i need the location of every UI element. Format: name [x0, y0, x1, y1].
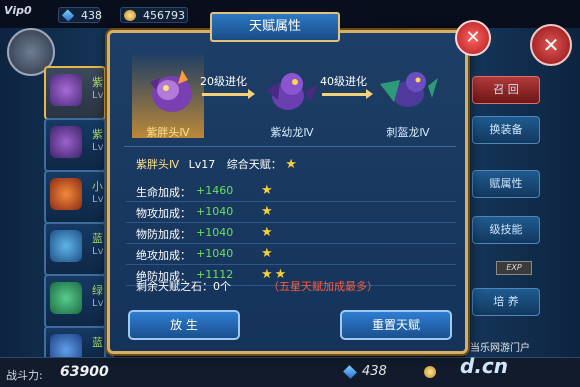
pet-card-name: 蓝 [92, 336, 103, 349]
pet-portrait [50, 230, 82, 262]
talent-hint: （五星天赋加成最多） [268, 280, 378, 293]
star-icon: ★ [261, 183, 275, 198]
stat-value: +1460 [196, 184, 234, 197]
dragon-stage1-icon [150, 70, 192, 112]
pet-name: 紫胖头Ⅳ [136, 158, 180, 171]
pet-card-level: Lv [92, 246, 104, 257]
change-equipment-button[interactable]: 换装备 [472, 116, 540, 144]
gem-count: 438 [81, 9, 102, 22]
pet-summary: 紫胖头Ⅳ Lv17 综合天赋： ★ [136, 156, 297, 172]
pet-card[interactable]: 紫 Lv [44, 118, 106, 172]
pet-card-level: Lv [92, 298, 104, 309]
pet-portrait [50, 126, 82, 158]
stat-label: 生命加成： [136, 186, 191, 199]
pet-card[interactable]: 绿 Lv [44, 274, 106, 328]
talent-stats-table: 生命加成： +1460 ★ 物攻加成： +1040 ★ 物防加成： +1040 … [126, 181, 456, 286]
evolution-label: 40级进化 [320, 75, 367, 88]
pet-card-name: 小 [92, 180, 103, 193]
pet-level: Lv17 [188, 158, 216, 171]
table-row: 物防加成： +1040 ★ [126, 223, 456, 244]
pet-portrait [50, 282, 82, 314]
gold-counter: 456793 [120, 7, 188, 23]
star-icon: ★ [261, 225, 275, 240]
star-icon: ★ [261, 204, 275, 219]
exp-badge: EXP [496, 261, 532, 275]
modal-title: 天赋属性 [210, 12, 340, 42]
close-icon[interactable]: ✕ [455, 20, 491, 56]
pet-portrait [50, 74, 82, 106]
evolution-name: 紫胖头Ⅳ [146, 126, 190, 139]
evolution-name: 紫幼龙Ⅳ [270, 126, 314, 139]
upgrade-skill-button[interactable]: 级技能 [472, 216, 540, 244]
pet-card-name: 紫 [92, 76, 103, 89]
stat-value: +1040 [196, 226, 234, 239]
talent-attributes-button[interactable]: 赋属性 [472, 170, 540, 198]
stat-label: 物攻加成： [136, 207, 191, 220]
reset-talent-button[interactable]: 重置天赋 [340, 310, 452, 340]
talent-label: 综合天赋： [226, 158, 282, 171]
watermark-text: 当乐网游门户 [470, 343, 530, 354]
pet-card[interactable]: 蓝 [44, 326, 106, 360]
gem-counter: 438 [58, 7, 102, 23]
pet-portrait [50, 178, 82, 210]
remaining-talent-stones: 剩余天赋之石：0个 [136, 280, 231, 293]
table-row: 绝攻加成： +1040 ★ [126, 244, 456, 265]
star-icon: ★ [285, 157, 297, 172]
pet-card-level: Lv [92, 142, 104, 153]
coin-icon [124, 10, 136, 21]
stat-value: +1040 [196, 205, 234, 218]
pet-card[interactable]: 紫 Lv [44, 66, 106, 120]
pet-card-level: Lv [92, 194, 104, 205]
release-button[interactable]: 放 生 [128, 310, 240, 340]
vip-label: Vip0 [4, 4, 32, 17]
dragon-stage2-icon [266, 73, 318, 110]
gold-count: 456793 [143, 9, 185, 22]
dragon-stage3-icon [380, 72, 438, 107]
pet-card-name: 绿 [92, 284, 103, 297]
watermark-logo: d.cn [460, 354, 509, 378]
evolution-name: 刺盔龙Ⅳ [386, 126, 430, 139]
gem-icon [61, 9, 75, 22]
stat-label: 绝攻加成： [136, 249, 191, 262]
pet-card-name: 蓝 [92, 232, 103, 245]
divider [124, 146, 456, 147]
train-button[interactable]: 培 养 [472, 288, 540, 316]
star-icon: ★ [261, 246, 275, 261]
evolution-arrow-icon [202, 89, 255, 99]
stat-value: +1040 [196, 247, 234, 260]
pet-card-level: Lv [92, 90, 104, 101]
combat-power-label: 战斗力: [6, 369, 43, 382]
close-icon[interactable]: ✕ [530, 24, 572, 66]
pet-card[interactable]: 小 Lv [44, 170, 106, 224]
table-row: 物攻加成： +1040 ★ [126, 202, 456, 223]
recall-button[interactable]: 召 回 [472, 76, 540, 104]
stat-label: 物防加成： [136, 228, 191, 241]
pet-card-name: 紫 [92, 128, 103, 141]
table-row: 生命加成： +1460 ★ [126, 181, 456, 202]
bottom-gem-count: 438 [362, 364, 387, 379]
evolution-arrow-icon [322, 89, 373, 99]
pet-card[interactable]: 蓝 Lv [44, 222, 106, 276]
evolution-label: 20级进化 [200, 75, 247, 88]
coin-icon [424, 366, 436, 378]
combat-power-value: 63900 [60, 364, 109, 380]
